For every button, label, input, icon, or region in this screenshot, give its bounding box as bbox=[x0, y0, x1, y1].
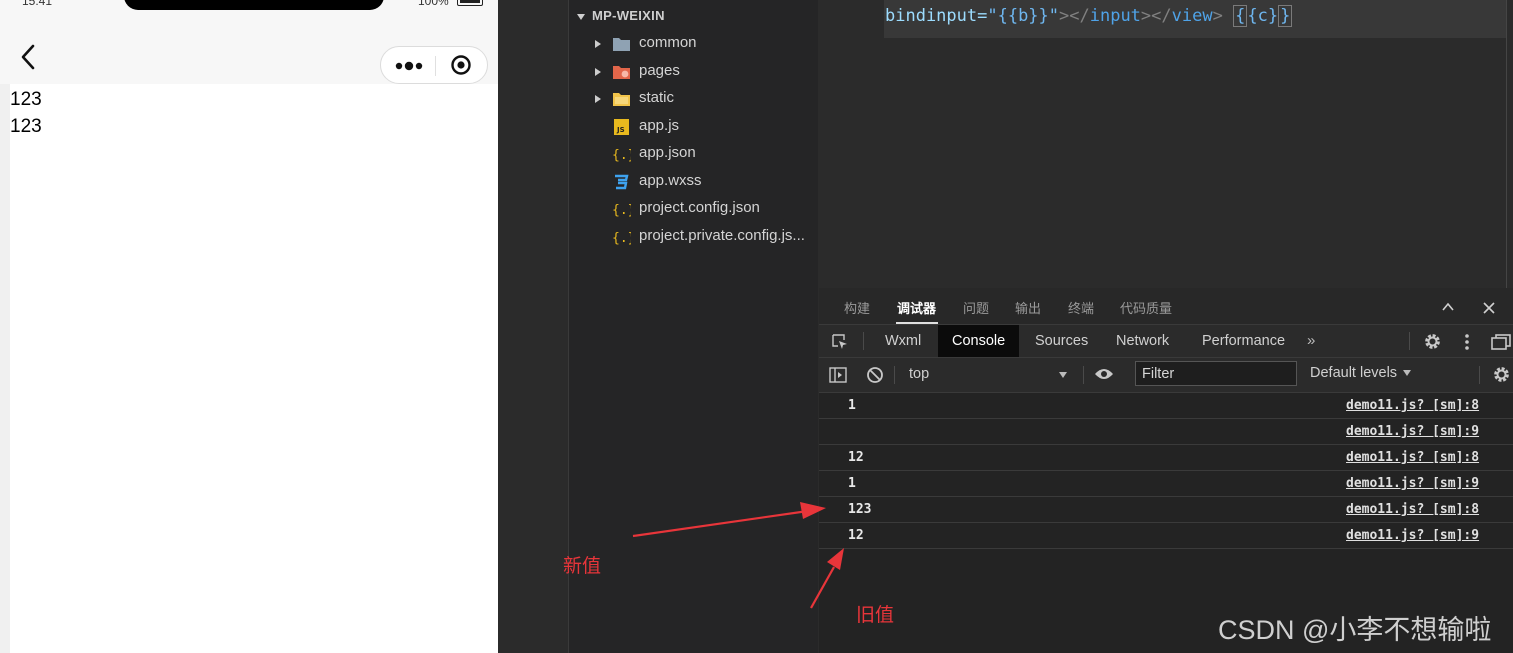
log-row: demo11.js? [sm]:9 bbox=[819, 419, 1513, 445]
navigation-bar bbox=[0, 12, 498, 84]
chevron-right-icon bbox=[595, 95, 601, 103]
gear-icon[interactable] bbox=[1492, 365, 1511, 384]
tab-console[interactable]: Console bbox=[938, 325, 1020, 357]
tab-build[interactable]: 构建 bbox=[844, 298, 870, 317]
kebab-menu-icon[interactable] bbox=[1464, 333, 1470, 351]
log-row: 1 demo11.js? [sm]:9 bbox=[819, 471, 1513, 497]
menu-capsule bbox=[380, 46, 488, 84]
tab-wxml[interactable]: Wxml bbox=[871, 325, 935, 357]
file-explorer: MP-WEIXIN common pages static JS app.js … bbox=[569, 0, 818, 653]
source-link[interactable]: demo11.js? [sm]:8 bbox=[1346, 450, 1479, 465]
folder-icon bbox=[613, 38, 630, 51]
toolbar-separator bbox=[863, 332, 864, 350]
source-link[interactable]: demo11.js? [sm]:8 bbox=[1346, 502, 1479, 517]
page-content: 123 123 bbox=[10, 86, 498, 140]
filter-input[interactable] bbox=[1135, 361, 1297, 386]
toolbar-separator bbox=[894, 366, 895, 384]
context-selector[interactable]: top bbox=[901, 363, 1074, 387]
devtools-tab-bar: Wxml Console Sources Network Performance… bbox=[819, 325, 1513, 358]
output-line-1: 123 bbox=[10, 89, 42, 110]
active-tab-indicator bbox=[896, 322, 938, 324]
tree-item-project-config[interactable]: {.} project.config.json bbox=[569, 196, 818, 223]
log-levels-dropdown[interactable]: Default levels bbox=[1310, 365, 1412, 381]
clear-console-icon[interactable] bbox=[866, 366, 884, 384]
annotation-old-value: 旧值 bbox=[856, 605, 895, 626]
toolbar-separator bbox=[1409, 332, 1410, 350]
source-link[interactable]: demo11.js? [sm]:9 bbox=[1346, 476, 1479, 491]
close-icon[interactable] bbox=[1483, 302, 1495, 314]
tab-code-quality[interactable]: 代码质量 bbox=[1120, 298, 1172, 317]
json-file-icon: {.} bbox=[612, 231, 631, 245]
capsule-divider bbox=[435, 56, 436, 76]
svg-text:JS: JS bbox=[616, 126, 625, 134]
code-line[interactable]: bindinput="{{b}}"></input></view> {{c}} bbox=[885, 5, 1293, 27]
more-dots-icon[interactable] bbox=[395, 60, 423, 72]
tree-item-project-private-config[interactable]: {.} project.private.config.js... bbox=[569, 224, 818, 251]
device-notch bbox=[124, 0, 384, 10]
chevron-right-icon bbox=[595, 68, 601, 76]
bottom-panel: 构建 调试器 问题 输出 终端 代码质量 Wxml Console Source… bbox=[819, 288, 1513, 653]
svg-text:{.}: {.} bbox=[612, 148, 631, 162]
tree-item-app-js[interactable]: JS app.js bbox=[569, 114, 818, 141]
json-file-icon: {.} bbox=[612, 203, 631, 217]
toolbar-separator bbox=[1479, 366, 1480, 384]
chevron-down-icon bbox=[1059, 372, 1067, 378]
console-toolbar: top Default levels bbox=[819, 358, 1513, 393]
log-row: 12 demo11.js? [sm]:9 bbox=[819, 523, 1513, 549]
tree-item-static[interactable]: static bbox=[569, 86, 818, 113]
status-bar: 15:41 100% bbox=[0, 0, 498, 12]
svg-text:{.}: {.} bbox=[612, 231, 631, 245]
sidebar-toggle-icon[interactable] bbox=[829, 367, 847, 383]
simulator-screen: 15:41 100% 123 123 bbox=[0, 0, 498, 653]
source-link[interactable]: demo11.js? [sm]:8 bbox=[1346, 398, 1479, 413]
activity-gutter bbox=[498, 0, 569, 653]
log-row: 1 demo11.js? [sm]:8 bbox=[819, 393, 1513, 419]
output-line-2: 123 bbox=[10, 116, 42, 137]
log-row: 12 demo11.js? [sm]:8 bbox=[819, 445, 1513, 471]
explorer-root-title[interactable]: MP-WEIXIN bbox=[577, 8, 665, 23]
dock-side-icon[interactable] bbox=[1491, 334, 1511, 350]
pages-folder-icon bbox=[613, 66, 630, 79]
js-file-icon: JS bbox=[614, 119, 629, 135]
svg-text:{.}: {.} bbox=[612, 203, 631, 217]
annotation-new-value: 新值 bbox=[563, 556, 602, 577]
battery-percent: 100% bbox=[418, 0, 449, 8]
tab-performance[interactable]: Performance bbox=[1188, 325, 1299, 357]
tree-item-app-wxss[interactable]: app.wxss bbox=[569, 169, 818, 196]
editor-scrollbar[interactable] bbox=[1506, 0, 1507, 288]
tab-sources[interactable]: Sources bbox=[1021, 325, 1102, 357]
battery-icon bbox=[457, 0, 483, 6]
console-log: 1 demo11.js? [sm]:8 demo11.js? [sm]:9 12 d… bbox=[819, 393, 1513, 549]
panel-tab-bar: 构建 调试器 问题 输出 终端 代码质量 bbox=[819, 288, 1513, 325]
status-time: 15:41 bbox=[22, 0, 53, 8]
chevron-up-icon[interactable] bbox=[1442, 302, 1454, 312]
source-link[interactable]: demo11.js? [sm]:9 bbox=[1346, 424, 1479, 439]
json-file-icon: {.} bbox=[612, 148, 631, 162]
simulator-edge bbox=[0, 0, 10, 653]
watermark: CSDN @小李不想输啦 bbox=[1218, 615, 1492, 645]
gear-icon[interactable] bbox=[1423, 332, 1442, 351]
close-target-icon[interactable] bbox=[450, 54, 472, 76]
tree-item-pages[interactable]: pages bbox=[569, 59, 818, 86]
tab-network[interactable]: Network bbox=[1102, 325, 1183, 357]
tree-item-common[interactable]: common bbox=[569, 31, 818, 58]
more-tabs-icon[interactable]: » bbox=[1307, 332, 1315, 349]
tab-terminal[interactable]: 终端 bbox=[1068, 298, 1094, 317]
tab-output[interactable]: 输出 bbox=[1015, 298, 1041, 317]
back-arrow-icon[interactable] bbox=[18, 42, 38, 72]
toolbar-separator bbox=[1083, 366, 1084, 384]
chevron-down-icon bbox=[1403, 370, 1412, 377]
eye-icon[interactable] bbox=[1094, 367, 1114, 381]
log-row: 123 demo11.js? [sm]:8 bbox=[819, 497, 1513, 523]
tab-debugger[interactable]: 调试器 bbox=[897, 298, 936, 317]
code-editor[interactable]: bindinput="{{b}}"></input></view> {{c}} bbox=[819, 0, 1513, 288]
tree-item-app-json[interactable]: {.} app.json bbox=[569, 141, 818, 168]
css-file-icon bbox=[615, 174, 629, 190]
tab-problems[interactable]: 问题 bbox=[963, 298, 989, 317]
static-folder-icon bbox=[613, 93, 630, 106]
chevron-right-icon bbox=[595, 40, 601, 48]
source-link[interactable]: demo11.js? [sm]:9 bbox=[1346, 528, 1479, 543]
inspect-element-icon[interactable] bbox=[831, 333, 849, 351]
